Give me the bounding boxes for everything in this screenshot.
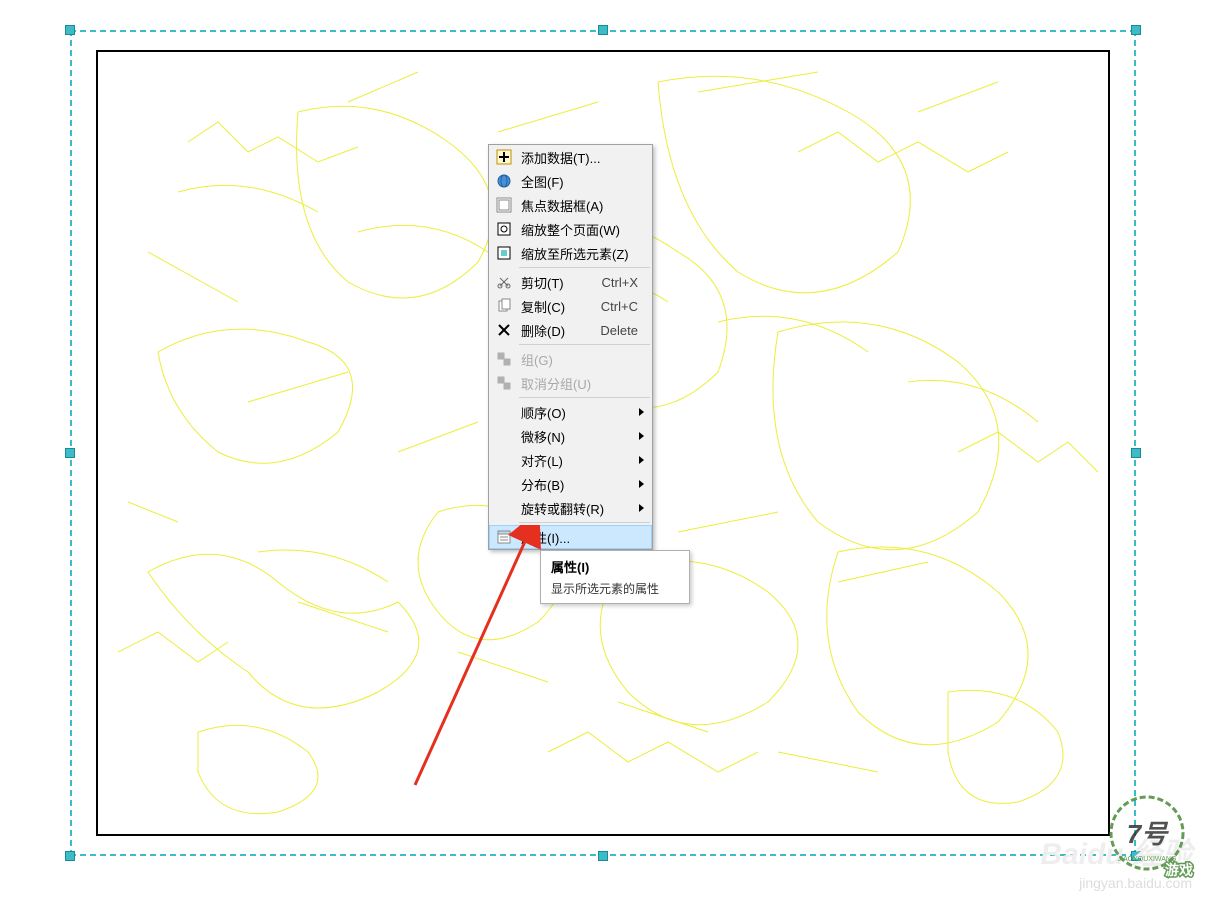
menu-separator: [519, 522, 650, 523]
menu-copy[interactable]: 复制(C) Ctrl+C: [489, 294, 652, 318]
menu-delete[interactable]: 删除(D) Delete: [489, 318, 652, 342]
submenu-arrow-icon: [639, 456, 644, 464]
selection-handle-n[interactable]: [598, 25, 608, 35]
menu-label: 组(G): [515, 350, 648, 369]
selection-handle-s[interactable]: [598, 851, 608, 861]
properties-icon: [493, 527, 515, 547]
menu-focus-frame[interactable]: 焦点数据框(A): [489, 193, 652, 217]
menu-zoom-page[interactable]: 缩放整个页面(W): [489, 217, 652, 241]
menu-group: 组(G): [489, 347, 652, 371]
menu-cut[interactable]: 剪切(T) Ctrl+X: [489, 270, 652, 294]
svg-text:JIAOYOUXIWANG: JIAOYOUXIWANG: [1118, 856, 1177, 863]
menu-shortcut: Ctrl+C: [601, 299, 648, 314]
menu-label: 复制(C): [515, 297, 601, 316]
menu-label: 缩放整个页面(W): [515, 220, 648, 239]
menu-shortcut: Delete: [600, 323, 648, 338]
menu-label: 属性(I)...: [515, 528, 648, 547]
menu-ungroup: 取消分组(U): [489, 371, 652, 395]
selection-handle-nw[interactable]: [65, 25, 75, 35]
menu-nudge[interactable]: 微移(N): [489, 424, 652, 448]
menu-properties[interactable]: 属性(I)...: [489, 525, 652, 549]
menu-shortcut: Ctrl+X: [602, 275, 648, 290]
menu-full-extent[interactable]: 全图(F): [489, 169, 652, 193]
ungroup-icon: [493, 373, 515, 393]
menu-separator: [519, 267, 650, 268]
menu-label: 全图(F): [515, 172, 648, 191]
menu-label: 删除(D): [515, 321, 600, 340]
cut-icon: [493, 272, 515, 292]
menu-zoom-selected[interactable]: 缩放至所选元素(Z): [489, 241, 652, 265]
tooltip-description: 显示所选元素的属性: [551, 580, 679, 597]
menu-label: 取消分组(U): [515, 374, 648, 393]
menu-distribute[interactable]: 分布(B): [489, 472, 652, 496]
submenu-arrow-icon: [639, 504, 644, 512]
selection-handle-e[interactable]: [1131, 448, 1141, 458]
zoom-page-icon: [493, 219, 515, 239]
globe-icon: [493, 171, 515, 191]
submenu-arrow-icon: [639, 432, 644, 440]
menu-rotate-flip[interactable]: 旋转或翻转(R): [489, 496, 652, 520]
add-data-icon: [493, 147, 515, 167]
logo-7hao-games: 7号 JIAOYOUXIWANG 游戏: [1097, 793, 1197, 883]
menu-separator: [519, 344, 650, 345]
tooltip: 属性(I) 显示所选元素的属性: [540, 550, 690, 604]
menu-add-data[interactable]: 添加数据(T)...: [489, 145, 652, 169]
menu-label: 顺序(O): [515, 403, 639, 422]
menu-label: 剪切(T): [515, 273, 602, 292]
focus-frame-icon: [493, 195, 515, 215]
selection-handle-ne[interactable]: [1131, 25, 1141, 35]
watermark-url: jingyan.baidu.com: [1079, 875, 1192, 891]
menu-label: 缩放至所选元素(Z): [515, 244, 648, 263]
svg-text:7号: 7号: [1127, 819, 1169, 849]
selection-handle-se[interactable]: [1131, 851, 1141, 861]
menu-order[interactable]: 顺序(O): [489, 400, 652, 424]
menu-label: 对齐(L): [515, 451, 639, 470]
menu-label: 添加数据(T)...: [515, 148, 648, 167]
menu-separator: [519, 397, 650, 398]
menu-label: 焦点数据框(A): [515, 196, 648, 215]
menu-label: 微移(N): [515, 427, 639, 446]
submenu-arrow-icon: [639, 480, 644, 488]
menu-label: 分布(B): [515, 475, 639, 494]
tooltip-title: 属性(I): [551, 557, 679, 576]
delete-icon: [493, 320, 515, 340]
selection-handle-w[interactable]: [65, 448, 75, 458]
copy-icon: [493, 296, 515, 316]
svg-text:游戏: 游戏: [1165, 862, 1193, 878]
zoom-sel-icon: [493, 243, 515, 263]
selection-handle-sw[interactable]: [65, 851, 75, 861]
group-icon: [493, 349, 515, 369]
menu-label: 旋转或翻转(R): [515, 499, 639, 518]
context-menu: 添加数据(T)... 全图(F) 焦点数据框(A) 缩放整个页面(W) 缩放至所…: [488, 144, 653, 550]
submenu-arrow-icon: [639, 408, 644, 416]
menu-align[interactable]: 对齐(L): [489, 448, 652, 472]
